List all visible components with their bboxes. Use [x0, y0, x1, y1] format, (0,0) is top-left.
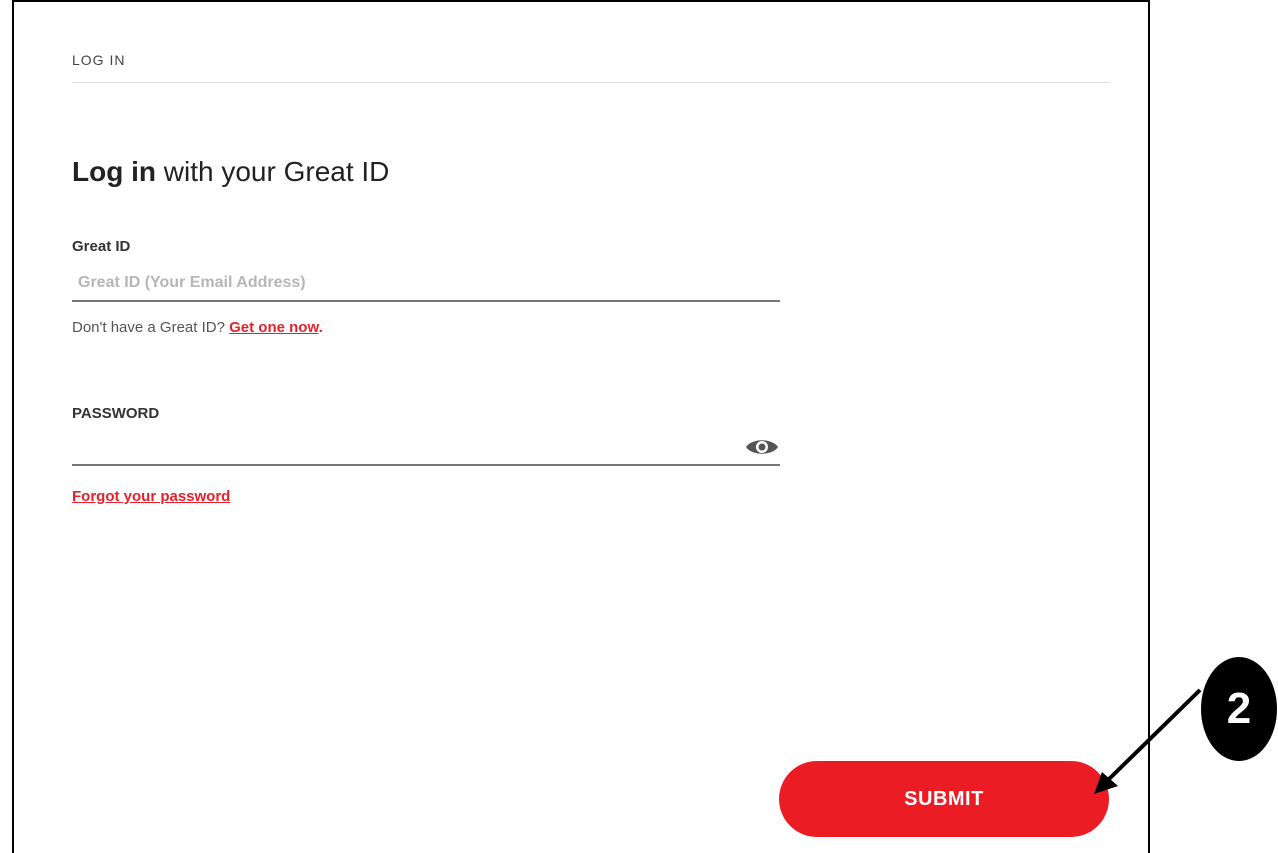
page: LOG IN Log in with your Great ID Great I…: [0, 0, 1278, 853]
email-field: [72, 268, 780, 302]
password-input[interactable]: [72, 430, 732, 462]
email-input[interactable]: [72, 268, 780, 298]
submit-button[interactable]: SUBMIT: [779, 761, 1109, 837]
callout-arrow-icon: [1094, 688, 1202, 794]
signup-prefix: Don't have a Great ID?: [72, 319, 230, 336]
section-divider: [72, 82, 1110, 83]
login-panel: LOG IN Log in with your Great ID Great I…: [12, 0, 1150, 853]
step-number-badge: 2: [1201, 657, 1277, 761]
eye-icon[interactable]: [744, 436, 780, 458]
forgot-password-link[interactable]: Forgot your password: [72, 488, 230, 505]
section-header: LOG IN: [72, 52, 126, 68]
page-title-bold: Log in: [72, 156, 156, 187]
password-field: [72, 430, 780, 466]
password-field-label: PASSWORD: [72, 405, 160, 422]
page-title-rest: with your Great ID: [155, 156, 390, 187]
page-title: Log in with your Great ID: [72, 156, 389, 188]
get-one-now-link[interactable]: Get one now: [229, 319, 318, 336]
email-field-label: Great ID: [72, 238, 131, 255]
signup-suffix: .: [318, 319, 323, 336]
signup-prompt: Don't have a Great ID? Get one now.: [72, 319, 323, 336]
